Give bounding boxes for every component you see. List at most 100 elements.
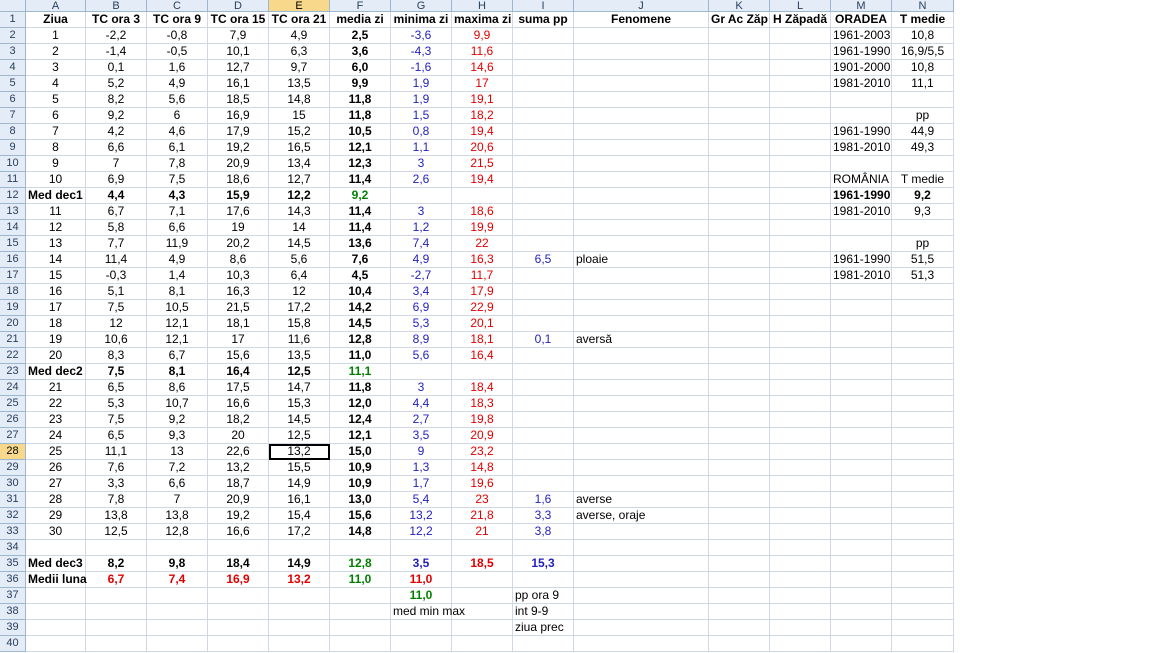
column-header-e[interactable]: E [269,0,330,12]
cell-m6[interactable] [831,92,892,108]
cell-b20[interactable]: 12 [86,316,147,332]
cell-n19[interactable] [892,300,954,316]
cell-g29[interactable]: 1,3 [391,460,452,476]
cell-n15[interactable]: pp [892,236,954,252]
cell-g22[interactable]: 5,6 [391,348,452,364]
cell-l9[interactable] [770,140,831,156]
cell-e21[interactable]: 11,6 [269,332,330,348]
cell-c17[interactable]: 1,4 [147,268,208,284]
cell-f4[interactable]: 6,0 [330,60,391,76]
cell-n21[interactable] [892,332,954,348]
cell-d39[interactable] [208,620,269,636]
cell-c38[interactable] [147,604,208,620]
cell-c2[interactable]: -0,8 [147,28,208,44]
cell-k36[interactable] [709,572,770,588]
cell-e19[interactable]: 17,2 [269,300,330,316]
cell-a3[interactable]: 2 [26,44,86,60]
cell-f29[interactable]: 10,9 [330,460,391,476]
cell-g6[interactable]: 1,9 [391,92,452,108]
cell-i13[interactable] [513,204,574,220]
cell-l34[interactable] [770,540,831,556]
cell-b22[interactable]: 8,3 [86,348,147,364]
cell-c8[interactable]: 4,6 [147,124,208,140]
cell-m19[interactable] [831,300,892,316]
cell-b19[interactable]: 7,5 [86,300,147,316]
cell-e22[interactable]: 13,5 [269,348,330,364]
cell-e24[interactable]: 14,7 [269,380,330,396]
cell-g30[interactable]: 1,7 [391,476,452,492]
cell-j5[interactable] [574,76,709,92]
row-header-32[interactable]: 32 [0,508,26,524]
cell-e7[interactable]: 15 [269,108,330,124]
row-header-21[interactable]: 21 [0,332,26,348]
cell-l8[interactable] [770,124,831,140]
cell-e34[interactable] [269,540,330,556]
cell-m11[interactable]: ROMÂNIA [831,172,892,188]
cell-e16[interactable]: 5,6 [269,252,330,268]
cell-n13[interactable]: 9,3 [892,204,954,220]
cell-d28[interactable]: 22,6 [208,444,269,460]
cell-d8[interactable]: 17,9 [208,124,269,140]
cell-l16[interactable] [770,252,831,268]
cell-g23[interactable] [391,364,452,380]
cell-n11[interactable]: T medie [892,172,954,188]
row-header-8[interactable]: 8 [0,124,26,140]
cell-e23[interactable]: 12,5 [269,364,330,380]
cell-i38[interactable]: int 9-9 [513,604,574,620]
cell-n40[interactable] [892,636,954,652]
cell-j30[interactable] [574,476,709,492]
cell-c28[interactable]: 13 [147,444,208,460]
cell-c35[interactable]: 9,8 [147,556,208,572]
cell-d35[interactable]: 18,4 [208,556,269,572]
cell-i5[interactable] [513,76,574,92]
cell-j21[interactable]: aversă [574,332,709,348]
cell-a32[interactable]: 29 [26,508,86,524]
cell-h35[interactable]: 18,5 [452,556,513,572]
cell-l1[interactable]: H Zăpadă [770,12,831,28]
cell-j9[interactable] [574,140,709,156]
cell-j34[interactable] [574,540,709,556]
cell-a38[interactable] [26,604,86,620]
cell-n6[interactable] [892,92,954,108]
cell-f33[interactable]: 14,8 [330,524,391,540]
cell-d21[interactable]: 17 [208,332,269,348]
cell-k10[interactable] [709,156,770,172]
cell-e15[interactable]: 14,5 [269,236,330,252]
cell-j2[interactable] [574,28,709,44]
cell-k8[interactable] [709,124,770,140]
cell-j26[interactable] [574,412,709,428]
cell-k13[interactable] [709,204,770,220]
cell-j25[interactable] [574,396,709,412]
cell-a18[interactable]: 16 [26,284,86,300]
cell-f34[interactable] [330,540,391,556]
row-header-26[interactable]: 26 [0,412,26,428]
cell-c1[interactable]: TC ora 9 [147,12,208,28]
cell-j29[interactable] [574,460,709,476]
cell-f9[interactable]: 12,1 [330,140,391,156]
cell-g4[interactable]: -1,6 [391,60,452,76]
cell-f38[interactable] [330,604,391,620]
cell-g5[interactable]: 1,9 [391,76,452,92]
cell-e12[interactable]: 12,2 [269,188,330,204]
cell-b31[interactable]: 7,8 [86,492,147,508]
cell-c14[interactable]: 6,6 [147,220,208,236]
cell-f16[interactable]: 7,6 [330,252,391,268]
cell-l12[interactable] [770,188,831,204]
cell-l36[interactable] [770,572,831,588]
cell-e1[interactable]: TC ora 21 [269,12,330,28]
cell-l20[interactable] [770,316,831,332]
cell-k1[interactable]: Gr Ac Zăp [709,12,770,28]
cell-b10[interactable]: 7 [86,156,147,172]
cell-m22[interactable] [831,348,892,364]
cell-i33[interactable]: 3,8 [513,524,574,540]
row-header-36[interactable]: 36 [0,572,26,588]
row-header-34[interactable]: 34 [0,540,26,556]
cell-h27[interactable]: 20,9 [452,428,513,444]
row-header-39[interactable]: 39 [0,620,26,636]
cell-m24[interactable] [831,380,892,396]
cell-g11[interactable]: 2,6 [391,172,452,188]
row-header-20[interactable]: 20 [0,316,26,332]
cell-l40[interactable] [770,636,831,652]
cell-d10[interactable]: 20,9 [208,156,269,172]
cell-j10[interactable] [574,156,709,172]
